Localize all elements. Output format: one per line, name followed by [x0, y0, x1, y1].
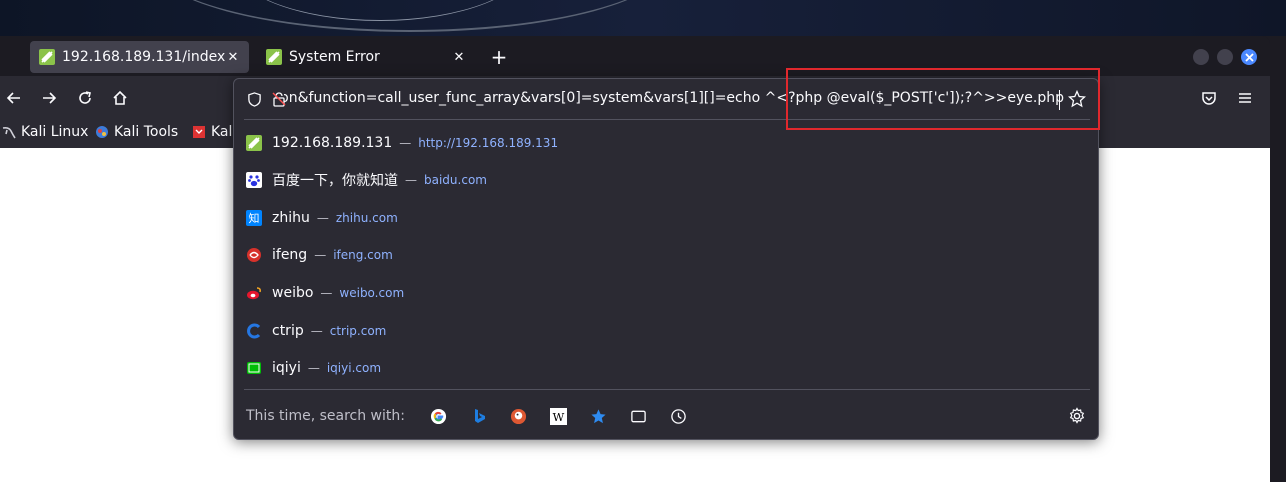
suggestion-url: baidu.com: [424, 173, 487, 187]
settings-gear-icon[interactable]: [1068, 407, 1086, 425]
hamburger-menu-icon: [1239, 93, 1251, 103]
kali-docs-icon: [193, 126, 205, 138]
weibo-icon: [246, 285, 262, 301]
separator: —: [320, 286, 333, 300]
tab-title: System Error: [289, 49, 380, 65]
separator: —: [316, 211, 329, 225]
bookmark-label: Kali Linux: [21, 124, 89, 140]
urlbar-popup: unction&function=call_user_func_array&va…: [233, 78, 1099, 440]
pocket-button[interactable]: [1195, 84, 1223, 112]
suggestion-title: zhihu: [272, 210, 310, 226]
green-leaf-favicon: [246, 135, 262, 151]
suggestion-url: ctrip.com: [329, 324, 387, 338]
close-icon: [1244, 52, 1254, 62]
suggestion-title: ifeng: [272, 247, 308, 263]
reload-button[interactable]: [71, 84, 99, 112]
maximize-button[interactable]: [1217, 49, 1233, 65]
wikipedia-icon: W: [550, 407, 568, 425]
suggestion-url: zhihu.com: [335, 211, 398, 225]
duckduckgo-button[interactable]: [499, 401, 539, 431]
tab-title: 192.168.189.131/index.php: [62, 49, 225, 65]
suggestion-item[interactable]: 192.168.189.131 — http://192.168.189.131: [234, 125, 1098, 161]
bookmark-kali-docs[interactable]: Kali: [192, 124, 236, 140]
suggestion-item[interactable]: weibo — weibo.com: [234, 275, 1098, 311]
search-with-label: This time, search with:: [246, 408, 405, 424]
shield-icon[interactable]: [247, 92, 262, 107]
separator: —: [399, 136, 412, 150]
ifeng-icon: [246, 247, 262, 263]
suggestion-url: ifeng.com: [333, 248, 393, 262]
suggestion-item[interactable]: iqiyi — iqiyi.com: [234, 350, 1098, 386]
green-leaf-favicon: [266, 49, 282, 65]
red-highlight-box: [786, 68, 1100, 130]
separator: —: [310, 324, 323, 338]
suggestion-title: iqiyi: [272, 360, 301, 376]
tab-system-error[interactable]: System Error ✕: [257, 41, 475, 73]
suggestion-url: http://192.168.189.131: [418, 136, 559, 150]
forward-button[interactable]: [35, 84, 63, 112]
suggestion-item[interactable]: 百度一下，你就知道 — baidu.com: [234, 162, 1098, 198]
bing-icon: [474, 408, 485, 423]
suggestion-title: 百度一下，你就知道: [272, 173, 398, 189]
kali-dragon-icon: [2, 127, 16, 139]
bookmarks-search-button[interactable]: [579, 401, 619, 431]
search-engine-bar: This time, search with: W: [234, 394, 1098, 438]
tabs-search-button[interactable]: [619, 401, 659, 431]
pocket-icon: [1202, 92, 1216, 105]
home-icon: [113, 90, 127, 105]
suggestion-item[interactable]: 知 zhihu — zhihu.com: [234, 200, 1098, 236]
separator: —: [405, 173, 417, 187]
forward-arrow-icon: [43, 92, 57, 104]
zhihu-icon: 知: [246, 210, 262, 226]
back-button[interactable]: [0, 84, 28, 112]
green-leaf-favicon: [39, 49, 55, 65]
svg-text:W: W: [553, 409, 565, 423]
bookmark-kali-tools[interactable]: Kali Tools: [95, 124, 178, 140]
bing-button[interactable]: [459, 401, 499, 431]
history-icon: [671, 408, 687, 424]
menu-button[interactable]: [1231, 84, 1259, 112]
suggestion-item[interactable]: ifeng — ifeng.com: [234, 237, 1098, 273]
divider: [244, 389, 1090, 390]
desktop-wallpaper: [0, 0, 1286, 36]
separator: —: [314, 248, 327, 262]
wikipedia-button[interactable]: W: [539, 401, 579, 431]
suggestion-title: weibo: [272, 285, 314, 301]
iqiyi-icon: [246, 360, 262, 376]
bookmark-kali-linux[interactable]: Kali Linux: [2, 124, 88, 140]
minimize-button[interactable]: [1193, 49, 1209, 65]
bookmark-label: Kali Tools: [114, 124, 179, 140]
kali-tools-icon: [96, 126, 108, 138]
home-button[interactable]: [106, 84, 134, 112]
google-button[interactable]: [419, 401, 459, 431]
suggestion-title: ctrip: [272, 323, 304, 339]
suggestion-title: 192.168.189.131: [272, 135, 393, 151]
tab-close-button[interactable]: ✕: [451, 50, 467, 65]
tab-close-button[interactable]: ✕: [225, 50, 241, 65]
google-icon: [431, 408, 447, 424]
window-close-button[interactable]: [1241, 49, 1257, 65]
suggestion-item[interactable]: ctrip — ctrip.com: [234, 313, 1098, 349]
reload-icon: [79, 91, 91, 104]
duckduckgo-icon: [511, 408, 527, 424]
suggestion-url: iqiyi.com: [326, 361, 382, 375]
separator: —: [307, 361, 320, 375]
ctrip-icon: [246, 323, 262, 339]
history-search-button[interactable]: [659, 401, 699, 431]
tabs-icon: [631, 410, 647, 422]
new-tab-button[interactable]: +: [486, 44, 512, 70]
tab-index-php[interactable]: 192.168.189.131/index.php ✕: [30, 41, 249, 73]
baidu-paw-icon: [246, 172, 262, 188]
back-arrow-icon: [6, 92, 20, 104]
bookmarks-star-icon: [591, 408, 607, 423]
suggestion-url: weibo.com: [339, 286, 405, 300]
